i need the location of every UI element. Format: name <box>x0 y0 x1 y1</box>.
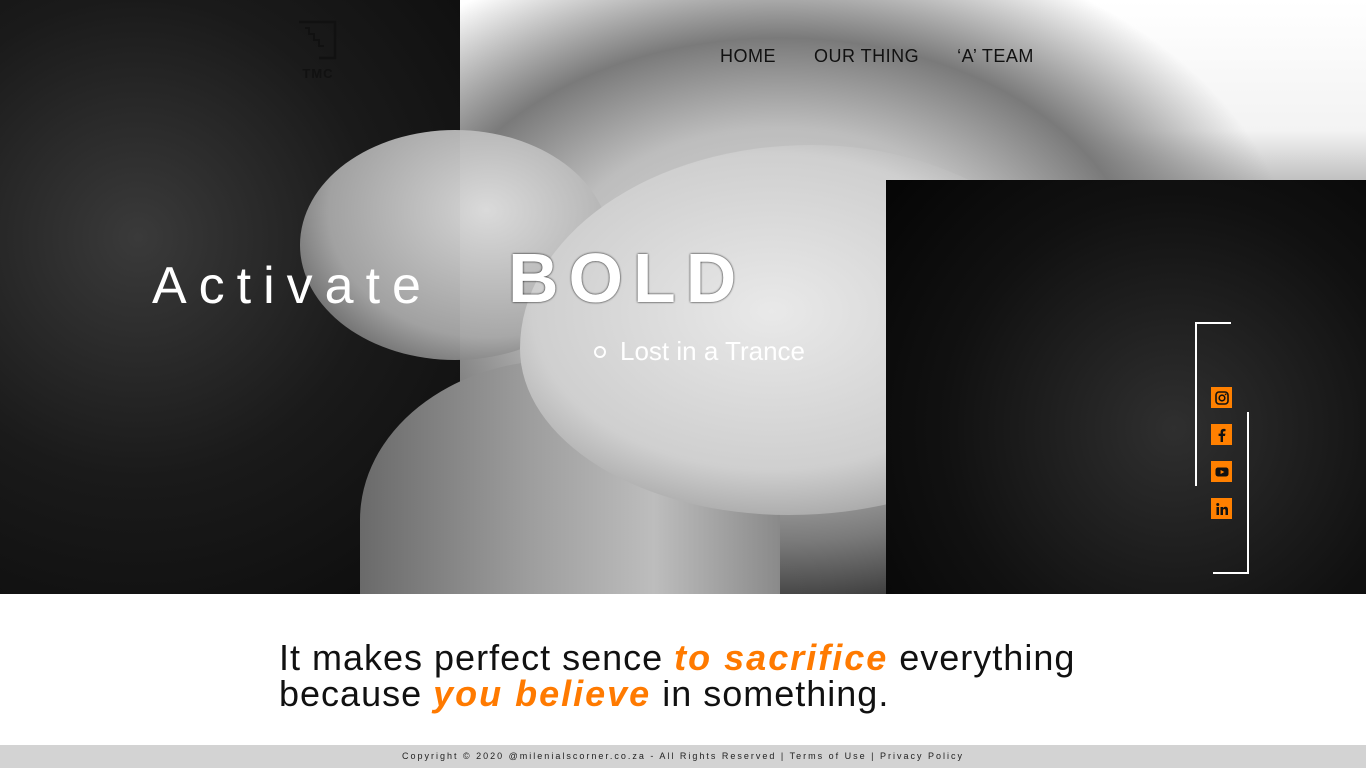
quote-text: It makes perfect sence to sacrifice ever… <box>279 640 1075 712</box>
facebook-icon[interactable] <box>1211 424 1232 445</box>
main-nav: HOME OUR THING ‘A’ TEAM <box>720 46 1072 67</box>
youtube-icon[interactable] <box>1211 461 1232 482</box>
bullet-circle-icon <box>594 345 606 358</box>
hero-activate-text: Activate <box>152 257 433 315</box>
hair-right <box>886 180 1366 594</box>
linkedin-icon[interactable] <box>1211 498 1232 519</box>
footer-copyright: Copyright © 2020 @milenialscorner.co.za … <box>402 751 777 761</box>
footer: Copyright © 2020 @milenialscorner.co.za … <box>0 745 1366 768</box>
nav-home[interactable]: HOME <box>720 46 776 67</box>
tmc-logo[interactable]: TMC <box>294 20 342 84</box>
terms-link[interactable]: Terms of Use <box>790 751 867 761</box>
quote-highlight-2: you believe <box>433 673 652 714</box>
quote-part-3: because <box>279 673 434 714</box>
instagram-icon[interactable] <box>1211 387 1232 408</box>
quote-part-1: It makes perfect sence <box>279 637 675 678</box>
quote-highlight-1: to sacrifice <box>674 637 889 678</box>
quote-part-4: in something. <box>651 673 890 714</box>
hero-subtitle-text: Lost in a Trance <box>620 336 805 366</box>
footer-separator: | <box>780 751 786 761</box>
social-links <box>1211 387 1233 535</box>
nav-our-thing[interactable]: OUR THING <box>814 46 919 67</box>
quote-line-1: It makes perfect sence to sacrifice ever… <box>279 640 1075 676</box>
privacy-link[interactable]: Privacy Policy <box>880 751 964 761</box>
hero-bold-text: BOLD <box>508 239 747 317</box>
quote-part-2: everything <box>888 637 1076 678</box>
quote-line-2: because you believe in something. <box>279 676 1075 712</box>
logo-text: TMC <box>302 66 334 81</box>
nav-a-team[interactable]: ‘A’ TEAM <box>957 46 1034 67</box>
hero-subtitle: Lost in a Trance <box>594 336 805 367</box>
footer-separator: | <box>871 751 876 761</box>
logo-mark-icon <box>299 20 337 60</box>
